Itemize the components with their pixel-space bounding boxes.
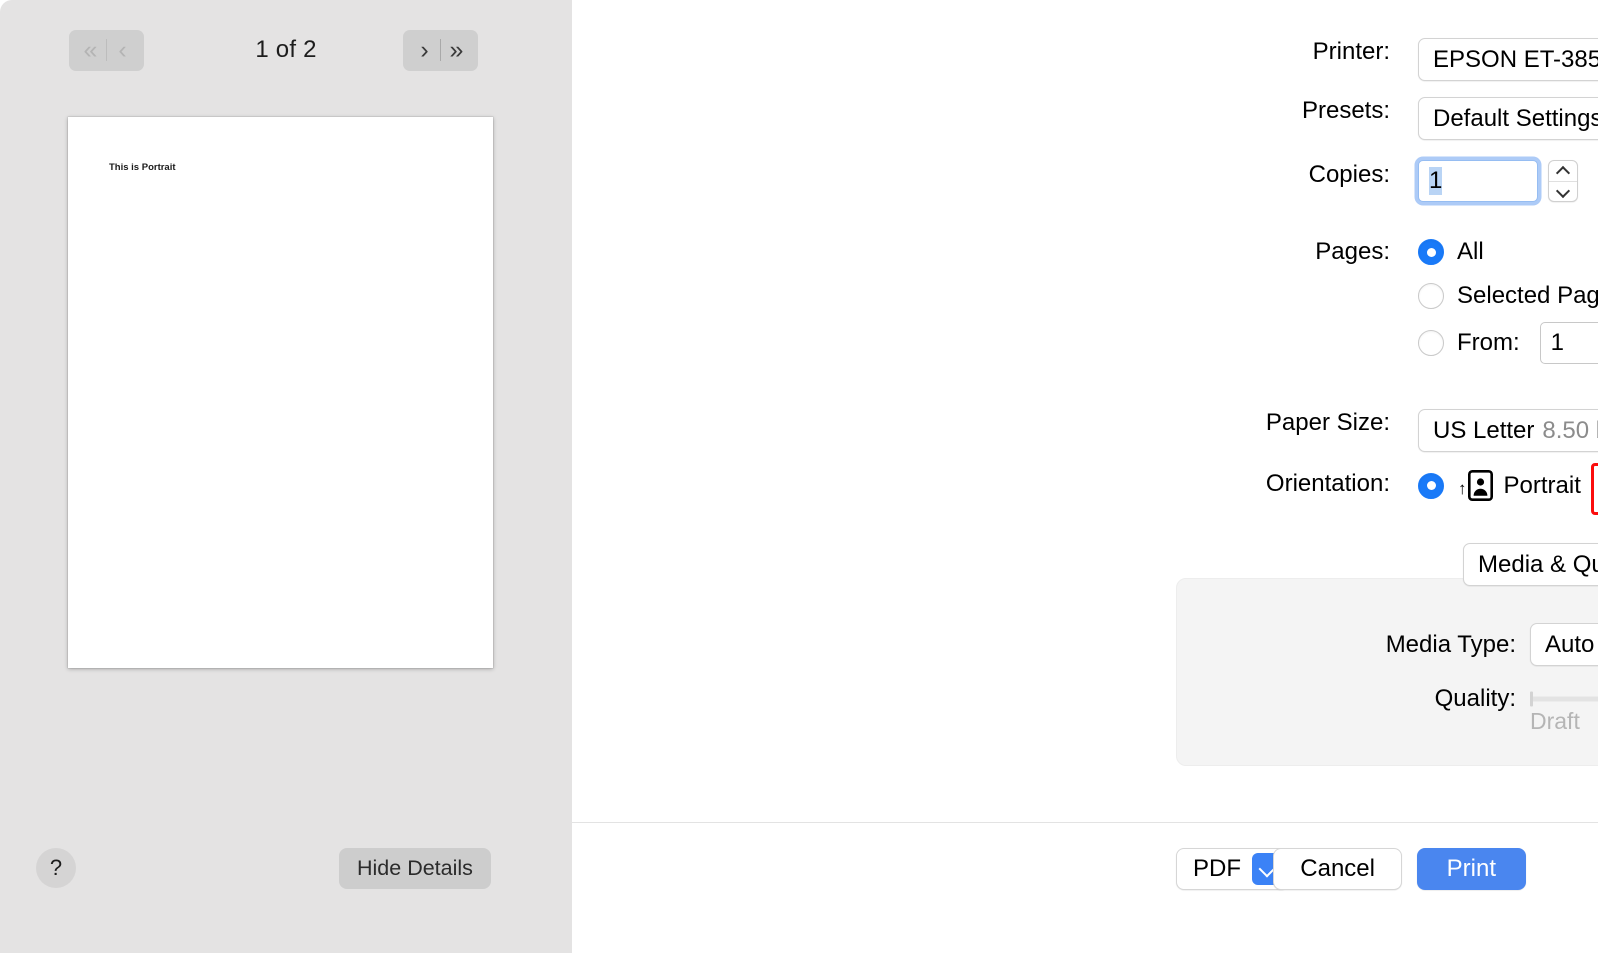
slider-track bbox=[1530, 696, 1598, 702]
copies-row: Copies: bbox=[572, 161, 1402, 189]
print-dialog: « ‹ 1 of 2 › » This is Portrait ? Hide D… bbox=[0, 0, 1598, 953]
copies-input[interactable]: 1 bbox=[1418, 160, 1538, 202]
paper-size-row: Paper Size: bbox=[572, 409, 1402, 437]
first-page-button[interactable]: « bbox=[75, 30, 106, 71]
pages-selected-option[interactable]: Selected Page in Sidebar bbox=[1418, 279, 1598, 313]
next-page-button[interactable]: › bbox=[409, 30, 440, 71]
pages-from-label: From: bbox=[1457, 329, 1520, 356]
pages-range-option[interactable]: From: 1 to: 1 bbox=[1418, 322, 1598, 364]
pages-all-radio[interactable] bbox=[1418, 239, 1444, 265]
orientation-portrait-radio[interactable] bbox=[1418, 472, 1444, 499]
printer-label: Printer: bbox=[1312, 38, 1390, 65]
pdf-button[interactable]: PDF bbox=[1176, 848, 1289, 890]
printer-value: EPSON ET-3850 Series bbox=[1433, 45, 1598, 73]
pages-row-label: Pages: bbox=[572, 238, 1402, 266]
media-quality-panel bbox=[1176, 578, 1598, 766]
quality-scale-labels: Draft Normal Best bbox=[1530, 708, 1598, 735]
paper-size-select[interactable]: US Letter 8.50 by 11.00 inches bbox=[1418, 409, 1598, 452]
pages-from-input[interactable]: 1 bbox=[1539, 322, 1598, 364]
pdf-button-label: PDF bbox=[1193, 855, 1241, 882]
slider-tick-start bbox=[1530, 691, 1533, 707]
section-value: Media & Quality bbox=[1478, 550, 1598, 578]
orientation-portrait-label: Portrait bbox=[1503, 471, 1581, 499]
media-type-row: Media Type: Auto Select bbox=[1176, 623, 1598, 666]
copies-stepper[interactable] bbox=[1548, 160, 1578, 202]
print-button[interactable]: Print bbox=[1416, 848, 1526, 890]
nav-forward-group[interactable]: › » bbox=[403, 29, 478, 71]
settings-panel: Printer: EPSON ET-3850 Series Presets: D… bbox=[572, 0, 1598, 953]
last-page-button[interactable]: » bbox=[441, 30, 472, 71]
media-type-value: Auto Select bbox=[1545, 630, 1598, 658]
pages-radio-group: All Selected Page in Sidebar From: 1 to:… bbox=[1418, 235, 1598, 364]
orientation-row: Orientation: bbox=[572, 470, 1402, 498]
page-navigation: « ‹ 1 of 2 › » bbox=[0, 29, 572, 71]
footer-divider bbox=[572, 822, 1598, 823]
presets-value: Default Settings bbox=[1433, 104, 1598, 132]
nav-back-group[interactable]: « ‹ bbox=[69, 29, 144, 71]
paper-size-label: Paper Size: bbox=[1265, 409, 1390, 436]
media-type-select[interactable]: Auto Select bbox=[1530, 623, 1598, 666]
paper-size-dimensions: 8.50 by 11.00 inches bbox=[1542, 416, 1598, 444]
quality-row: Quality: Draft Normal Best bbox=[1176, 678, 1598, 734]
stepper-decrement[interactable] bbox=[1549, 181, 1577, 201]
quality-label: Quality: bbox=[1434, 685, 1516, 712]
portrait-icon: ↑ bbox=[1458, 470, 1493, 501]
presets-label: Presets: bbox=[1301, 97, 1390, 124]
page-counter: 1 of 2 bbox=[255, 36, 317, 63]
preview-page-text: This is Portrait bbox=[109, 162, 176, 173]
copies-label: Copies: bbox=[1308, 161, 1390, 188]
preview-sidebar: « ‹ 1 of 2 › » This is Portrait ? Hide D… bbox=[0, 0, 572, 953]
pages-range-radio[interactable] bbox=[1418, 330, 1444, 356]
hide-details-button[interactable]: Hide Details bbox=[339, 848, 491, 889]
quality-slider[interactable]: Draft Normal Best bbox=[1530, 678, 1598, 734]
pages-from-value: 1 bbox=[1550, 329, 1565, 356]
cancel-button[interactable]: Cancel bbox=[1273, 848, 1402, 890]
pages-all-label: All bbox=[1457, 238, 1484, 265]
help-button[interactable]: ? bbox=[36, 848, 76, 888]
orientation-radio-group: ↑ Portrait ↑ bbox=[1418, 470, 1598, 501]
previous-page-button[interactable]: ‹ bbox=[107, 30, 138, 71]
quality-draft-label: Draft bbox=[1530, 708, 1580, 734]
presets-select[interactable]: Default Settings bbox=[1418, 97, 1598, 140]
printer-select[interactable]: EPSON ET-3850 Series bbox=[1418, 38, 1598, 81]
paper-size-value: US Letter bbox=[1433, 416, 1535, 444]
pages-label: Pages: bbox=[1315, 238, 1390, 265]
presets-row: Presets: bbox=[572, 97, 1402, 125]
orientation-label: Orientation: bbox=[1265, 470, 1390, 497]
pages-selected-radio[interactable] bbox=[1418, 283, 1444, 309]
page-preview[interactable]: This is Portrait bbox=[68, 117, 493, 668]
pages-selected-label: Selected Page in Sidebar bbox=[1457, 282, 1598, 309]
section-select[interactable]: Media & Quality bbox=[1463, 543, 1598, 586]
copies-value: 1 bbox=[1429, 167, 1443, 195]
media-type-label: Media Type: bbox=[1385, 630, 1516, 658]
stepper-increment[interactable] bbox=[1549, 161, 1577, 181]
orientation-portrait-option[interactable]: ↑ Portrait bbox=[1418, 470, 1581, 501]
printer-row: Printer: bbox=[572, 38, 1402, 66]
copies-controls: 1 Black & White Two-Sided bbox=[1418, 160, 1598, 202]
pages-all-option[interactable]: All bbox=[1418, 235, 1598, 269]
